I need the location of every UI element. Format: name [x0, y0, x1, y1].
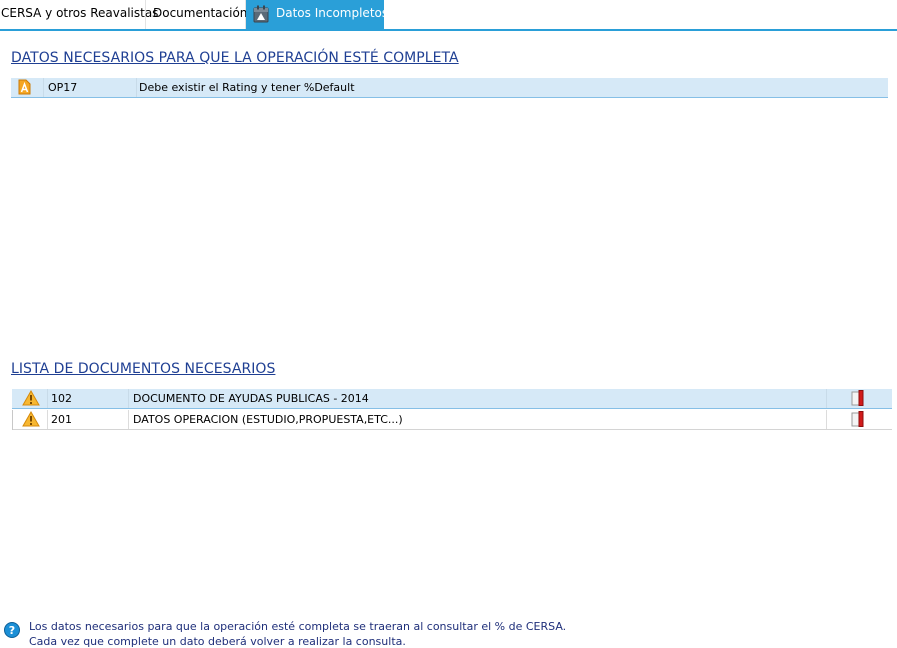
document-red-icon[interactable]	[850, 390, 866, 409]
column-separator	[47, 410, 48, 429]
column-separator	[47, 389, 48, 408]
code-cell: 102	[51, 392, 72, 405]
tab-cersa[interactable]: CERSA y otros Reavalistas	[0, 0, 158, 29]
description-cell: DATOS OPERACION (ESTUDIO,PROPUESTA,ETC..…	[133, 413, 403, 426]
code-cell: 201	[51, 413, 72, 426]
code-cell: OP17	[48, 81, 78, 94]
tab-label: CERSA y otros Reavalistas	[1, 6, 159, 20]
svg-text:?: ?	[9, 624, 15, 637]
document-red-icon[interactable]	[850, 411, 866, 430]
tab-bar: CERSA y otros Reavalistas Documentación …	[0, 0, 897, 31]
grid-edge	[12, 410, 13, 430]
tab-documentacion[interactable]: Documentación	[146, 0, 248, 29]
column-separator	[43, 78, 44, 97]
table-row[interactable]: 201 DATOS OPERACION (ESTUDIO,PROPUESTA,E…	[12, 410, 892, 430]
table-row[interactable]: 102 DOCUMENTO DE AYUDAS PUBLICAS - 2014	[12, 389, 892, 409]
description-cell: Debe existir el Rating y tener %Default	[139, 81, 355, 94]
table-row[interactable]: OP17 Debe existir el Rating y tener %Def…	[11, 78, 888, 98]
warning-icon	[22, 411, 40, 430]
column-separator	[826, 389, 827, 408]
description-cell: DOCUMENTO DE AYUDAS PUBLICAS - 2014	[133, 392, 369, 405]
tab-datos-incompletos[interactable]: Datos Incompletos	[246, 0, 388, 29]
footer-line-2: Cada vez que complete un dato deberá vol…	[29, 635, 406, 648]
section-title-lista-documentos: LISTA DE DOCUMENTOS NECESARIOS	[11, 361, 276, 377]
calendar-warning-icon	[253, 5, 269, 23]
column-separator	[136, 78, 137, 97]
tab-label: Datos Incompletos	[276, 6, 389, 20]
documentos-grid: 102 DOCUMENTO DE AYUDAS PUBLICAS - 2014 …	[12, 389, 892, 431]
help-icon: ?	[4, 622, 20, 638]
column-separator	[128, 410, 129, 429]
alert-a-icon	[17, 79, 33, 98]
warning-icon	[22, 390, 40, 409]
datos-necesarios-grid: OP17 Debe existir el Rating y tener %Def…	[11, 78, 888, 99]
tab-label: Documentación	[153, 6, 248, 20]
column-separator	[826, 410, 827, 429]
section-title-datos-necesarios: DATOS NECESARIOS PARA QUE LA OPERACIÓN E…	[11, 50, 459, 66]
column-separator	[128, 389, 129, 408]
footer-line-1: Los datos necesarios para que la operaci…	[29, 620, 567, 633]
